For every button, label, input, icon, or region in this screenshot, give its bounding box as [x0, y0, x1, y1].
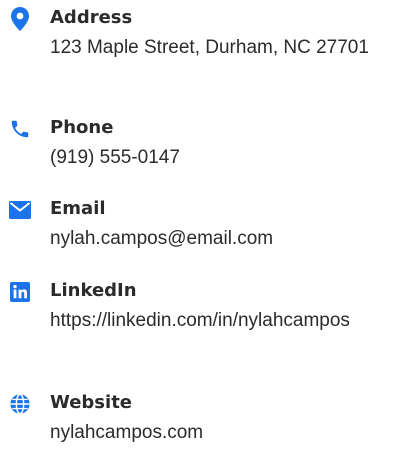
globe-icon — [8, 392, 32, 416]
phone-icon — [8, 117, 32, 141]
contact-label-address: Address — [50, 7, 133, 28]
contact-value-website: nylahcampos.com — [50, 422, 204, 443]
contact-value-email: nylah.campos@email.com — [50, 228, 274, 249]
linkedin-icon — [8, 280, 32, 304]
contact-value-phone: (919) 555-0147 — [50, 147, 180, 168]
contact-value-address: 123 Maple Street, Durham, NC 27701 — [50, 37, 369, 58]
envelope-icon — [8, 198, 32, 222]
map-pin-icon — [8, 7, 32, 31]
contact-label-website: Website — [50, 392, 133, 413]
contact-value-linkedin: https://linkedin.com/in/nylahcampos — [50, 310, 350, 331]
contact-label-linkedin: LinkedIn — [50, 280, 137, 301]
contact-label-phone: Phone — [50, 117, 114, 138]
contact-label-email: Email — [50, 198, 106, 219]
